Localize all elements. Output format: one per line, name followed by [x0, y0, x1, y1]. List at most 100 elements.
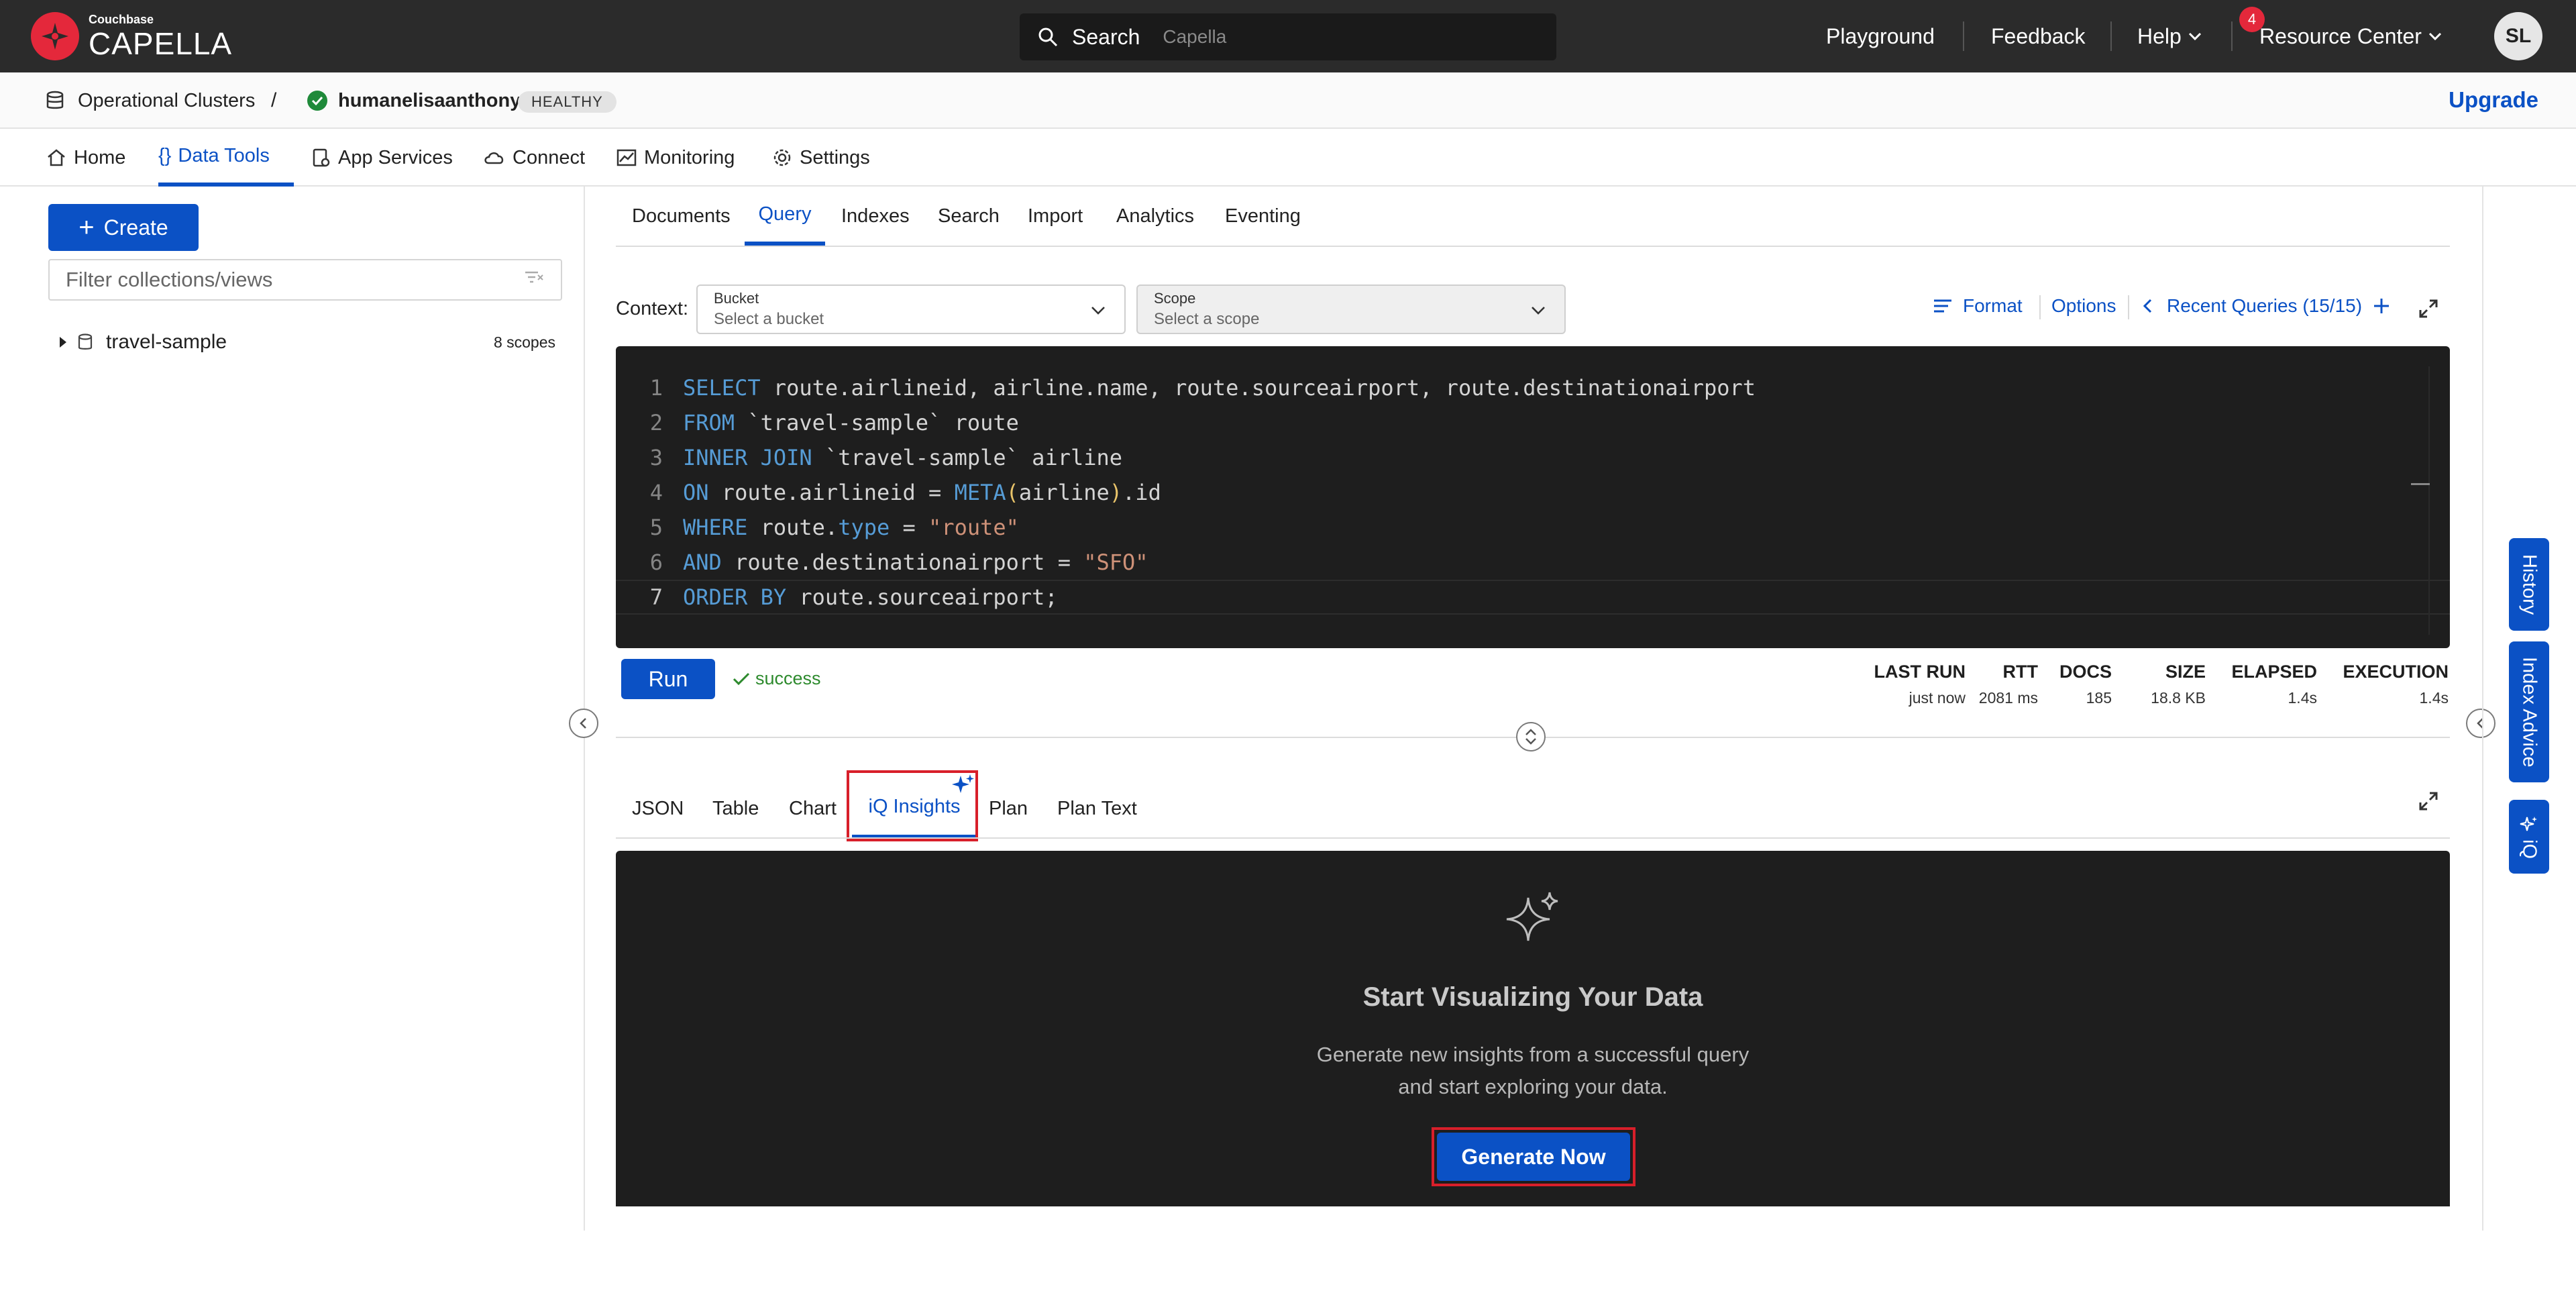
search-label: Search [1072, 24, 1140, 49]
chevron-down-icon [1532, 307, 1545, 315]
tree-item-travel-sample[interactable]: travel-sample 8 scopes [56, 326, 555, 358]
chevron-left-icon [2477, 718, 2483, 729]
history-tab-label: History [2518, 554, 2540, 615]
tab-connect[interactable]: Connect [483, 129, 585, 187]
history-tab[interactable]: History [2509, 538, 2549, 631]
breadcrumb-cluster[interactable]: humanelisaanthony [306, 72, 521, 129]
resize-handle[interactable] [1516, 722, 1546, 751]
insights-title: Start Visualizing Your Data [1362, 982, 1703, 1012]
editor-scrollbar[interactable] [2428, 366, 2430, 635]
recent-queries[interactable]: Recent Queries (15/15) [2140, 295, 2392, 317]
tab-app-services[interactable]: App Services [310, 129, 453, 187]
expand-icon[interactable] [2418, 298, 2439, 319]
iq-tab-label: iQ [2518, 839, 2540, 859]
subtab-documents[interactable]: Documents [632, 187, 731, 246]
user-avatar[interactable]: SL [2494, 12, 2542, 60]
healthy-check-icon [307, 91, 327, 111]
format-lines-icon [1934, 299, 1951, 313]
toolbar-separator [2128, 295, 2129, 319]
breadcrumb-clusters[interactable]: Operational Clusters [44, 72, 255, 129]
sparkle-icon [2520, 816, 2537, 831]
result-tab-json[interactable]: JSON [632, 778, 684, 839]
plus-icon[interactable] [2371, 296, 2392, 316]
expand-right-panel-button[interactable] [2466, 709, 2496, 738]
bucket-select-title: Bucket [714, 290, 759, 307]
chevron-down-icon [1091, 307, 1105, 315]
nav-separator [2110, 21, 2112, 51]
scope-select-title: Scope [1154, 290, 1196, 307]
top-bar: Couchbase CAPELLA Search Capella Playgro… [0, 0, 2576, 72]
result-tab-plan[interactable]: Plan [989, 778, 1028, 839]
query-editor[interactable]: 1 SELECT route.airlineid, airline.name, … [616, 346, 2450, 648]
editor-scroll-marker [2411, 483, 2430, 485]
format-button[interactable]: Format [1932, 295, 2023, 317]
tab-data-tools[interactable]: {} Data Tools [158, 129, 294, 187]
brand-small-text: Couchbase [89, 13, 154, 26]
stat-last-run: LAST RUN just now [1874, 662, 1966, 707]
chevron-down-icon [2188, 32, 2201, 41]
braces-icon: {} [158, 144, 172, 166]
tab-connect-label: Connect [513, 146, 586, 168]
caret-right-icon[interactable] [56, 334, 70, 350]
collapse-sidebar-button[interactable] [569, 709, 598, 738]
nav-resource-center[interactable]: Resource Center [2259, 19, 2445, 54]
tab-monitoring-label: Monitoring [644, 146, 735, 168]
nav-resource-center-label: Resource Center [2259, 23, 2422, 48]
upgrade-link[interactable]: Upgrade [2449, 87, 2538, 113]
plus-icon: + [78, 213, 95, 242]
scope-select[interactable]: Scope Select a scope [1136, 284, 1566, 334]
nav-feedback[interactable]: Feedback [1991, 19, 2086, 54]
code-line: 2 FROM `travel-sample` route [649, 410, 1019, 435]
insights-description-line: and start exploring your data. [1398, 1075, 1668, 1098]
subtab-eventing[interactable]: Eventing [1225, 187, 1301, 246]
tab-settings[interactable]: Settings [771, 129, 870, 187]
iq-tab[interactable]: iQ [2509, 800, 2549, 874]
subtab-import[interactable]: Import [1028, 187, 1083, 246]
collections-sidebar: + Create travel-sample 8 scopes [0, 187, 585, 1231]
format-label: Format [1963, 295, 2023, 316]
nav-playground[interactable]: Playground [1826, 19, 1935, 54]
chevron-left-icon[interactable] [2140, 296, 2156, 316]
app-services-icon [313, 148, 330, 167]
bucket-select-value: Select a bucket [714, 310, 824, 328]
result-tab-chart[interactable]: Chart [789, 778, 837, 839]
result-tab-table[interactable]: Table [712, 778, 759, 839]
brand-name: CAPELLA [89, 26, 233, 61]
health-status-badge: HEALTHY [518, 91, 616, 113]
nav-separator [1963, 21, 1964, 51]
filter-collections-input[interactable] [48, 259, 562, 301]
nav-help-label: Help [2137, 23, 2182, 48]
subtab-query[interactable]: Query [745, 187, 825, 246]
query-status: success [731, 668, 821, 689]
code-line: 6 AND route.destinationairport = "SFO" [649, 550, 1148, 575]
index-advice-tab[interactable]: Index Advice [2509, 641, 2549, 782]
bucket-select[interactable]: Bucket Select a bucket [696, 284, 1126, 334]
toolbar-separator [2039, 295, 2041, 319]
tab-data-tools-label: Data Tools [178, 144, 270, 166]
iq-insights-panel: Start Visualizing Your Data Generate new… [616, 851, 2450, 1206]
capella-logo[interactable]: Couchbase CAPELLA [31, 12, 232, 60]
subtab-search[interactable]: Search [938, 187, 1000, 246]
result-tab-plan-text[interactable]: Plan Text [1057, 778, 1137, 839]
nav-separator [2231, 21, 2233, 51]
subtab-indexes[interactable]: Indexes [841, 187, 910, 246]
generate-button-highlight [1432, 1127, 1635, 1186]
home-icon [48, 149, 65, 166]
global-search[interactable]: Search Capella [1020, 13, 1556, 60]
subtab-analytics[interactable]: Analytics [1116, 187, 1194, 246]
run-button[interactable]: Run [621, 659, 715, 699]
tab-settings-label: Settings [800, 146, 870, 168]
options-button[interactable]: Options [2051, 295, 2116, 317]
create-button[interactable]: + Create [48, 204, 199, 251]
tab-app-services-label: App Services [338, 146, 453, 168]
gear-icon [773, 149, 791, 166]
tab-monitoring[interactable]: Monitoring [616, 129, 735, 187]
insights-description-line: Generate new insights from a successful … [1316, 1043, 1750, 1066]
filter-icon[interactable] [523, 268, 545, 289]
code-line: 5 WHERE route.type = "route" [649, 515, 1019, 540]
breadcrumb-separator: / [271, 89, 277, 111]
expand-icon[interactable] [2418, 790, 2439, 812]
result-tab-divider [616, 837, 2450, 839]
nav-help[interactable]: Help [2137, 19, 2204, 54]
tab-home[interactable]: Home [46, 129, 125, 187]
